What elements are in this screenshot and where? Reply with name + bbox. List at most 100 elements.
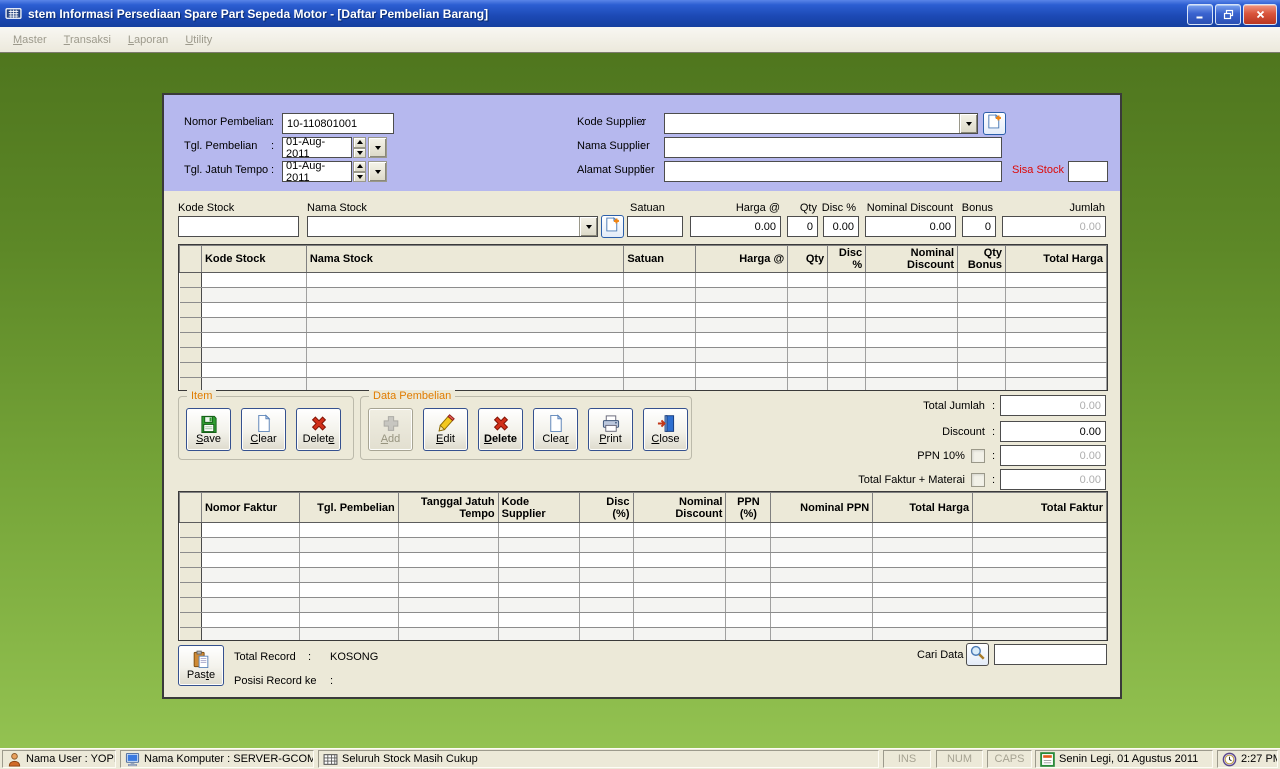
- cell[interactable]: [828, 378, 866, 392]
- cell[interactable]: [201, 273, 306, 288]
- cell[interactable]: [726, 538, 771, 553]
- cell[interactable]: [828, 318, 866, 333]
- cell[interactable]: [306, 288, 624, 303]
- cell[interactable]: [201, 288, 306, 303]
- cell[interactable]: [788, 303, 828, 318]
- kode-supplier-combo[interactable]: [664, 113, 978, 134]
- print-button[interactable]: Print: [588, 408, 633, 451]
- dropdown-arrow-icon[interactable]: [579, 217, 597, 236]
- row-selector-cell[interactable]: [180, 288, 202, 303]
- cell[interactable]: [201, 333, 306, 348]
- cell[interactable]: [726, 523, 771, 538]
- cell[interactable]: [633, 628, 726, 642]
- cell[interactable]: [1006, 318, 1107, 333]
- cell[interactable]: [958, 348, 1006, 363]
- row-selector-cell[interactable]: [180, 318, 202, 333]
- cell[interactable]: [958, 363, 1006, 378]
- cell[interactable]: [788, 318, 828, 333]
- cell[interactable]: [498, 583, 579, 598]
- cell[interactable]: [201, 378, 306, 392]
- cell[interactable]: [726, 628, 771, 642]
- cell[interactable]: [624, 333, 696, 348]
- cell[interactable]: [726, 568, 771, 583]
- table-row[interactable]: [180, 363, 1107, 378]
- table-row[interactable]: [180, 538, 1107, 553]
- cell[interactable]: [624, 273, 696, 288]
- table-row[interactable]: [180, 378, 1107, 392]
- cell[interactable]: [498, 523, 579, 538]
- alamat-supplier-field[interactable]: [664, 161, 1002, 182]
- cell[interactable]: [1006, 363, 1107, 378]
- cell[interactable]: [771, 568, 873, 583]
- cell[interactable]: [726, 598, 771, 613]
- cell[interactable]: [828, 288, 866, 303]
- cell[interactable]: [866, 288, 958, 303]
- cell[interactable]: [201, 363, 306, 378]
- cell[interactable]: [624, 378, 696, 392]
- spin-up-icon[interactable]: [353, 137, 366, 148]
- cell[interactable]: [771, 538, 873, 553]
- cell[interactable]: [1006, 348, 1107, 363]
- cell[interactable]: [306, 363, 624, 378]
- checkbox[interactable]: [971, 449, 985, 463]
- dropdown-arrow-icon[interactable]: [959, 114, 977, 133]
- cell[interactable]: [788, 363, 828, 378]
- cell[interactable]: [633, 553, 726, 568]
- cell[interactable]: [771, 613, 873, 628]
- cell[interactable]: [306, 303, 624, 318]
- combo-value[interactable]: [308, 217, 579, 236]
- cell[interactable]: [771, 628, 873, 642]
- spin-down-icon[interactable]: [353, 148, 366, 159]
- cell[interactable]: [973, 613, 1107, 628]
- cell[interactable]: [1006, 333, 1107, 348]
- cell[interactable]: [696, 303, 788, 318]
- cell[interactable]: [579, 613, 633, 628]
- cell[interactable]: [498, 613, 579, 628]
- cell[interactable]: [633, 583, 726, 598]
- cell[interactable]: [696, 318, 788, 333]
- harga-field[interactable]: 0.00: [690, 216, 781, 237]
- cell[interactable]: [201, 583, 299, 598]
- cell[interactable]: [299, 583, 398, 598]
- cell[interactable]: [1006, 273, 1107, 288]
- disc-field[interactable]: 0.00: [823, 216, 859, 237]
- table-row[interactable]: [180, 598, 1107, 613]
- cell[interactable]: [398, 613, 498, 628]
- row-selector-cell[interactable]: [180, 303, 202, 318]
- table-row[interactable]: [180, 348, 1107, 363]
- cell[interactable]: [624, 303, 696, 318]
- cell[interactable]: [873, 628, 973, 642]
- bonus-field[interactable]: 0: [962, 216, 996, 237]
- cell[interactable]: [201, 538, 299, 553]
- cell[interactable]: [958, 303, 1006, 318]
- cell[interactable]: [973, 598, 1107, 613]
- cell[interactable]: [201, 598, 299, 613]
- cell[interactable]: [866, 348, 958, 363]
- row-selector-cell[interactable]: [180, 613, 202, 628]
- cell[interactable]: [771, 523, 873, 538]
- row-selector-cell[interactable]: [180, 628, 202, 642]
- cell[interactable]: [579, 628, 633, 642]
- cell[interactable]: [958, 273, 1006, 288]
- cell[interactable]: [299, 523, 398, 538]
- row-selector-cell[interactable]: [180, 538, 202, 553]
- table-row[interactable]: [180, 318, 1107, 333]
- sisa-stock-field[interactable]: [1068, 161, 1108, 182]
- row-selector-cell[interactable]: [180, 598, 202, 613]
- cell[interactable]: [726, 553, 771, 568]
- cell[interactable]: [1006, 303, 1107, 318]
- table-row[interactable]: [180, 568, 1107, 583]
- faktur-table[interactable]: Nomor FakturTgl. PembelianTanggal Jatuh …: [178, 491, 1108, 641]
- cell[interactable]: [973, 568, 1107, 583]
- cell[interactable]: [624, 288, 696, 303]
- cell[interactable]: [726, 583, 771, 598]
- cell[interactable]: [828, 348, 866, 363]
- delete-button[interactable]: Delete: [296, 408, 341, 451]
- search-button[interactable]: [966, 643, 989, 666]
- cell[interactable]: [866, 273, 958, 288]
- discount-field[interactable]: 0.00: [1000, 421, 1106, 442]
- cell[interactable]: [201, 628, 299, 642]
- table-row[interactable]: [180, 628, 1107, 642]
- row-selector-cell[interactable]: [180, 523, 202, 538]
- cell[interactable]: [398, 538, 498, 553]
